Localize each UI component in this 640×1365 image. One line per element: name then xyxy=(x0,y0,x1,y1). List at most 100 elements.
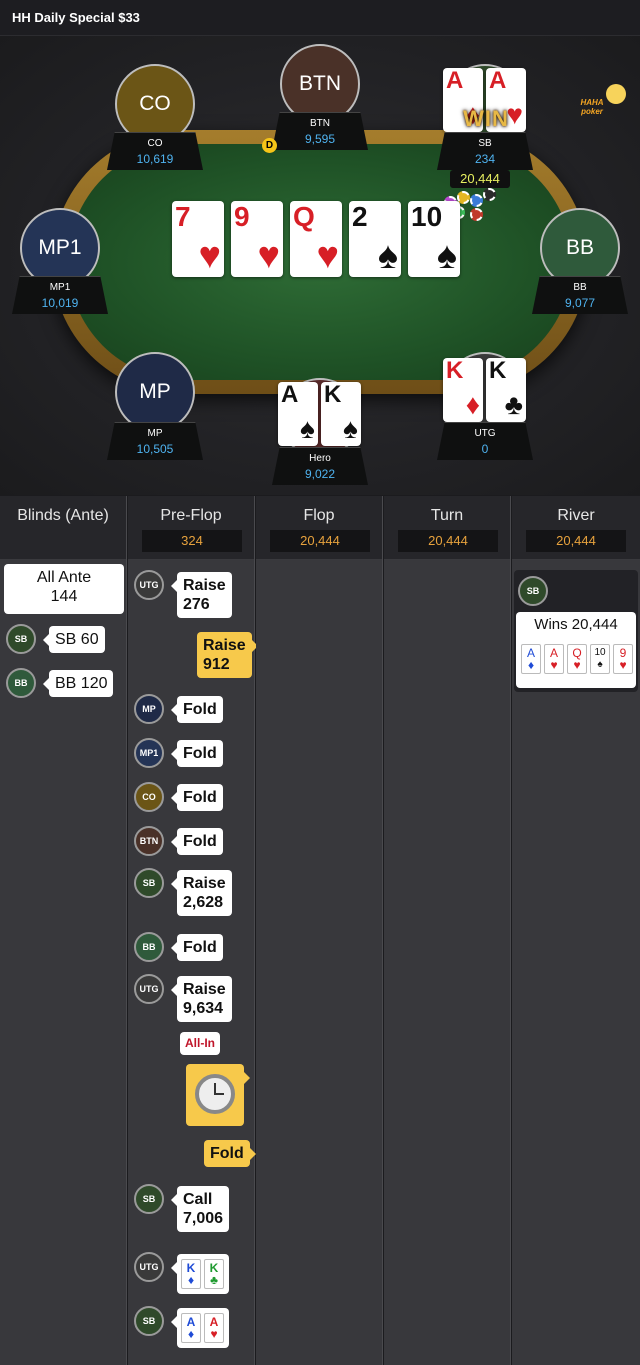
action-text: Call xyxy=(183,1191,213,1208)
pot-label: 324 xyxy=(142,530,242,552)
column-title: Blinds (Ante) xyxy=(17,507,109,524)
utg-hole-card-1: K ♦ xyxy=(443,358,483,422)
avatar-sb: SB xyxy=(134,1184,164,1214)
winner-bubble: Wins 20,444 A ♦ A ♥ Q ♥ 10 ♠ 9 ♥ xyxy=(516,612,636,688)
winning-card: A ♦ xyxy=(521,644,541,674)
avatar-mp: MP xyxy=(134,694,164,724)
utg-hole-card-2: K ♣ xyxy=(486,358,526,422)
player-stack: 9,595 xyxy=(304,132,336,146)
action-text: Fold xyxy=(183,789,217,806)
seat-label: MP xyxy=(139,380,171,403)
player-stack: 9,077 xyxy=(564,296,596,310)
avatar-bb: BB xyxy=(6,668,36,698)
player-stack: 10,505 xyxy=(136,442,174,456)
action-text: BB 120 xyxy=(55,675,108,692)
column-flop: Flop 20,444 xyxy=(256,496,383,1365)
avatar-utg: UTG xyxy=(134,570,164,600)
avatar-sb: SB xyxy=(6,624,36,654)
action-text: Raise xyxy=(183,577,226,594)
pot-label: 20,444 xyxy=(398,530,498,552)
player-name: MP xyxy=(147,428,163,439)
action-text: Fold xyxy=(183,745,217,762)
action-bubble: SB 60 xyxy=(43,626,105,653)
avatar-sb: SB xyxy=(518,576,548,606)
column-header: Flop 20,444 xyxy=(256,496,382,560)
poker-table-area: HAHA poker CO CO 10,619 BTN BTN 9,595 D A ♦… xyxy=(0,36,640,495)
pot-label: 20,444 xyxy=(526,530,626,552)
column-body xyxy=(384,560,510,1365)
action-bubble: Fold xyxy=(171,696,223,723)
column-blinds: Blinds (Ante) All Ante 144 SB SB 60 BB BB… xyxy=(0,496,127,1365)
seat-plate-sb: SB 234 xyxy=(437,132,533,170)
avatar-bb: BB xyxy=(134,932,164,962)
player-name: MP1 xyxy=(49,282,71,293)
player-stack: 10,619 xyxy=(136,152,174,166)
column-header: Turn 20,444 xyxy=(384,496,510,560)
all-in-badge: All-In xyxy=(180,1032,220,1055)
board-card-1: 7 ♥ xyxy=(172,201,224,277)
seat-plate-hero: Hero 9,022 xyxy=(272,447,368,485)
dealer-button: D xyxy=(262,138,277,153)
ante-box: All Ante 144 xyxy=(4,564,124,614)
winning-card: 10 ♠ xyxy=(590,644,610,674)
action-text: Fold xyxy=(210,1145,244,1162)
player-name: UTG xyxy=(474,428,496,439)
action-amount: 276 xyxy=(183,596,210,613)
avatar-utg: UTG xyxy=(134,974,164,1004)
column-title: Turn xyxy=(430,507,464,524)
board-card-5: 10 ♠ xyxy=(408,201,460,277)
action-amount: 2,628 xyxy=(183,894,224,911)
hero-hole-card-1: A ♠ xyxy=(278,382,318,446)
column-header: Pre-Flop 324 xyxy=(128,496,254,560)
action-bubble: Raise 2,628 xyxy=(171,870,232,916)
action-bubble: Fold xyxy=(171,784,223,811)
winning-card: 9 ♥ xyxy=(613,644,633,674)
column-body xyxy=(256,560,382,1365)
action-text: Fold xyxy=(183,701,217,718)
ante-value: 144 xyxy=(50,588,78,605)
seat-plate-utg: UTG 0 xyxy=(437,422,533,460)
player-stack: 10,019 xyxy=(41,296,79,310)
action-bubble: Raise 9,634 xyxy=(171,976,232,1022)
player-name: BTN xyxy=(310,118,330,129)
action-bubble: Fold xyxy=(171,740,223,767)
hero-hole-card-2: K ♠ xyxy=(321,382,361,446)
player-name: BB xyxy=(573,282,587,293)
seat-label: BTN xyxy=(299,72,341,95)
seat-plate-co: CO 10,619 xyxy=(107,132,203,170)
action-bubble: Call 7,006 xyxy=(170,1186,230,1232)
avatar-mp1: MP1 xyxy=(134,738,164,768)
action-bubble: BB 120 xyxy=(42,670,114,697)
action-amount: 7,006 xyxy=(183,1210,224,1227)
player-stack: 234 xyxy=(474,152,496,166)
board-card-3: Q ♥ xyxy=(290,201,342,277)
action-text: Fold xyxy=(183,939,217,956)
shown-card: A ♥ xyxy=(204,1313,224,1343)
column-title: Pre-Flop xyxy=(160,507,222,524)
page-title: HH Daily Special $33 xyxy=(12,10,140,25)
seat-label: MP1 xyxy=(38,236,82,259)
player-stack: 9,022 xyxy=(304,467,336,481)
action-text: Raise xyxy=(203,637,246,654)
player-name: SB xyxy=(478,138,492,149)
shown-cards-bubble: A ♦ A ♥ xyxy=(171,1308,229,1348)
winning-card: A ♥ xyxy=(544,644,564,674)
action-amount: 9,634 xyxy=(183,1000,224,1017)
timer-bubble xyxy=(186,1064,250,1126)
board-card-4: 2 ♠ xyxy=(349,201,401,277)
shown-card: A ♦ xyxy=(181,1313,201,1343)
seat-label: BB xyxy=(565,236,594,259)
action-text: SB 60 xyxy=(55,631,99,648)
action-text: Raise xyxy=(183,875,226,892)
action-bubble: Raise 276 xyxy=(171,572,232,618)
column-title: River xyxy=(557,507,595,524)
player-name: Hero xyxy=(309,453,331,464)
seat-mp[interactable]: MP xyxy=(115,352,195,432)
action-text: Fold xyxy=(183,833,217,850)
hero-action-bubble: Fold xyxy=(204,1140,256,1167)
seat-plate-bb: BB 9,077 xyxy=(532,276,628,314)
ante-label: All Ante xyxy=(36,569,92,586)
column-header: Blinds (Ante) xyxy=(0,496,126,560)
avatar-sb: SB xyxy=(134,1306,164,1336)
alarm-clock-icon xyxy=(195,1074,235,1114)
